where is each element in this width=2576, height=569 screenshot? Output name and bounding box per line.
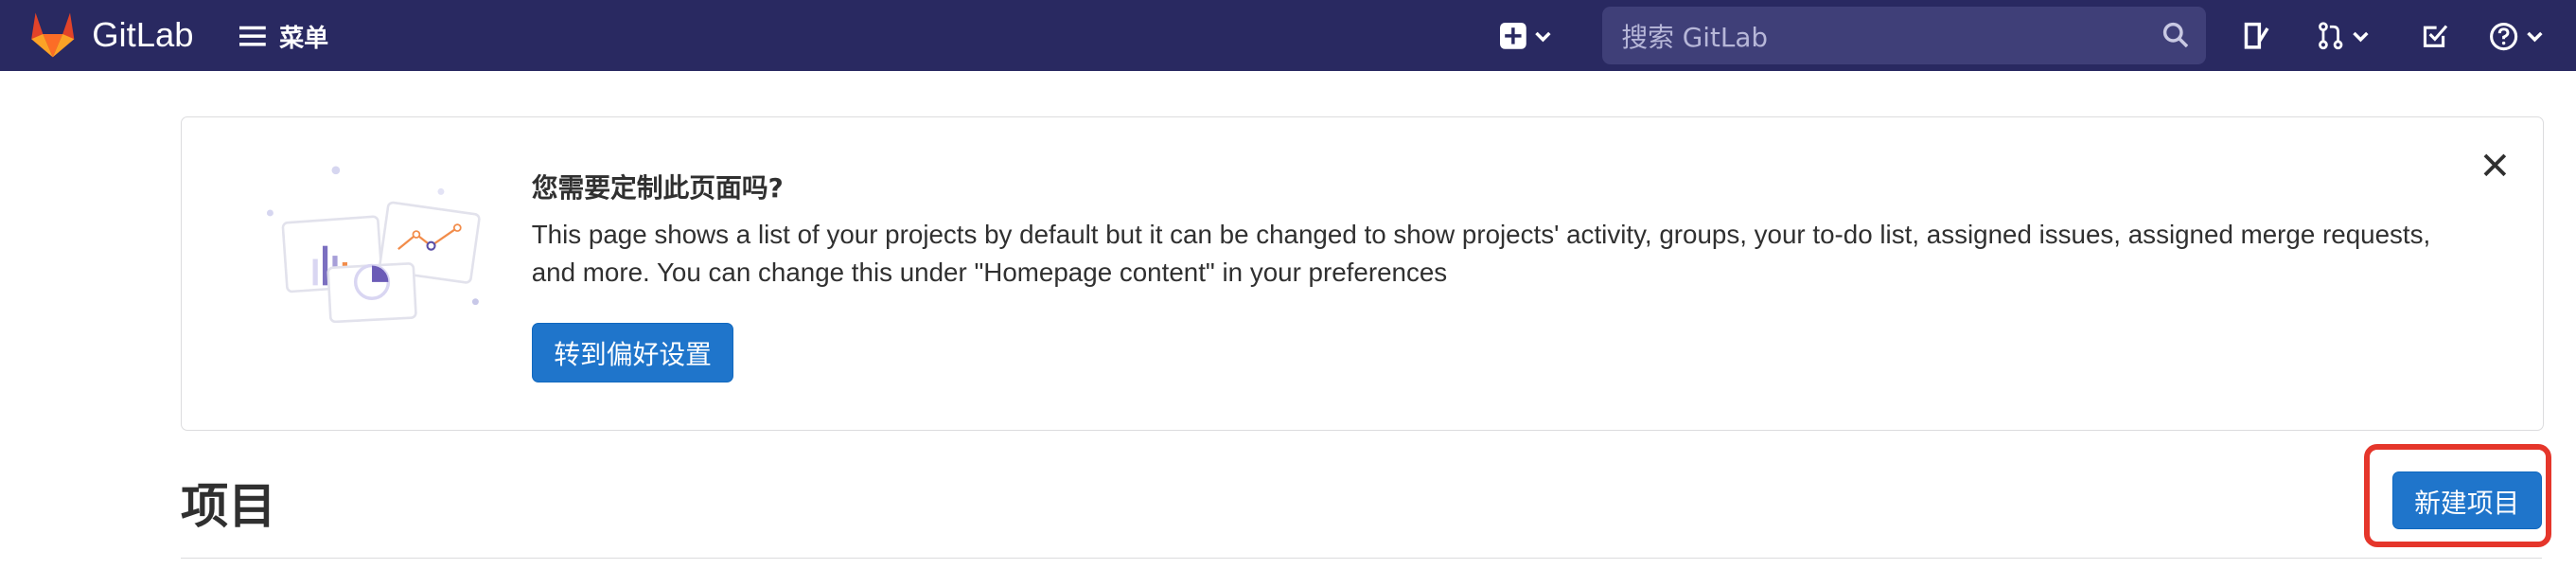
close-icon[interactable] <box>2479 149 2512 182</box>
todo-icon <box>2423 25 2448 48</box>
merge-requests-dropdown[interactable] <box>2317 18 2371 54</box>
todos-button[interactable] <box>2422 18 2448 54</box>
search-box <box>1601 6 2207 68</box>
chevron-down-icon <box>2527 31 2543 43</box>
brand-name[interactable]: GitLab <box>92 15 193 55</box>
divider <box>180 557 2542 560</box>
chevron-down-icon <box>1534 31 1551 43</box>
issues-icon <box>2244 23 2269 50</box>
plus-square-icon <box>1499 23 1526 50</box>
menu-label: 菜单 <box>279 24 329 53</box>
highlight-box <box>2364 443 2551 548</box>
menu-button[interactable]: 菜单 <box>239 18 328 54</box>
search-icon[interactable] <box>2162 22 2189 48</box>
help-dropdown[interactable] <box>2489 18 2545 54</box>
help-icon <box>2490 22 2518 50</box>
top-navbar: GitLab 菜单 <box>0 0 2576 71</box>
gitlab-logo[interactable] <box>26 9 79 59</box>
dashboard-illustration <box>267 166 481 324</box>
search-input[interactable] <box>1617 6 2151 68</box>
issues-button[interactable] <box>2243 18 2271 54</box>
customize-homepage-callout: 您需要定制此页面吗? This page shows a list of you… <box>180 116 2544 432</box>
go-to-preferences-button[interactable]: 转到偏好设置 <box>531 323 734 382</box>
merge-request-icon <box>2318 22 2343 50</box>
page-title: 项目 <box>180 477 276 534</box>
chevron-down-icon <box>2353 31 2369 43</box>
hamburger-icon <box>239 26 267 46</box>
callout-title: 您需要定制此页面吗? <box>531 172 784 204</box>
new-item-dropdown[interactable] <box>1499 18 1553 54</box>
callout-body: This page shows a list of your projects … <box>531 220 2431 288</box>
